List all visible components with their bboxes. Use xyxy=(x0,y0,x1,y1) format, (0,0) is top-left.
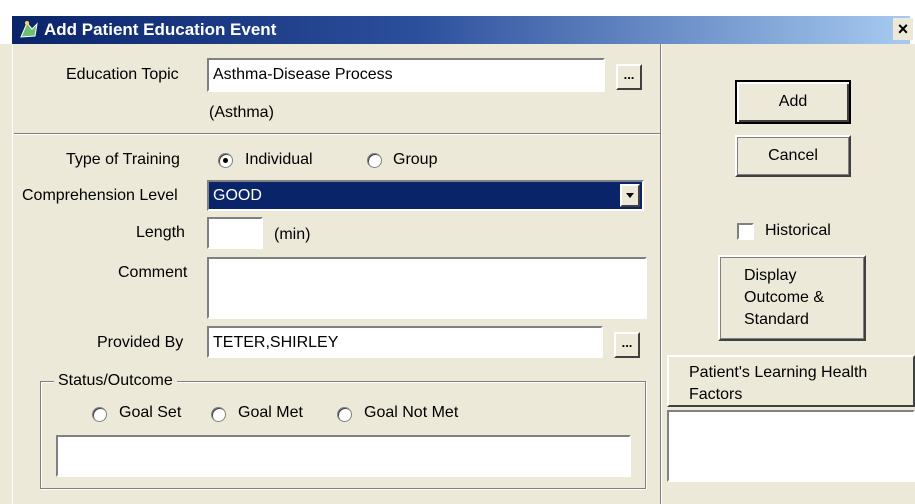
comprehension-level-label: Comprehension Level xyxy=(22,187,178,204)
ellipsis-icon: ... xyxy=(623,67,635,82)
cancel-button[interactable]: Cancel xyxy=(735,135,851,177)
goal-met-label[interactable]: Goal Met xyxy=(238,404,303,422)
ellipsis-icon: ... xyxy=(621,335,633,350)
comment-label: Comment xyxy=(118,264,188,281)
comment-textarea[interactable] xyxy=(207,257,647,319)
provided-by-value: TETER,SHIRLEY xyxy=(213,334,339,351)
goal-met-radio[interactable] xyxy=(211,407,226,422)
status-outcome-label: Status/Outcome xyxy=(54,372,177,390)
goal-set-label[interactable]: Goal Set xyxy=(119,404,181,422)
training-group-label[interactable]: Group xyxy=(393,151,437,169)
training-individual-radio[interactable] xyxy=(218,153,233,168)
add-button-label: Add xyxy=(778,93,808,110)
length-input[interactable] xyxy=(207,217,263,249)
education-topic-value: Asthma-Disease Process xyxy=(213,66,393,83)
comprehension-level-value: GOOD xyxy=(213,187,262,204)
divider-vertical-hl xyxy=(661,44,662,504)
learning-health-title-line1: Patient's Learning Health xyxy=(689,364,868,381)
education-topic-category: (Asthma) xyxy=(209,104,274,121)
cancel-button-label: Cancel xyxy=(768,147,818,164)
divider-horizontal-hl xyxy=(14,134,660,135)
provided-by-label: Provided By xyxy=(97,334,184,351)
training-individual-label[interactable]: Individual xyxy=(245,151,313,169)
learning-health-list[interactable] xyxy=(667,410,915,482)
education-topic-browse-button[interactable]: ... xyxy=(616,64,642,90)
learning-health-title-line2: Factors xyxy=(689,386,743,403)
add-button[interactable]: Add xyxy=(735,80,851,124)
bottom-strip xyxy=(667,484,915,504)
training-group-radio[interactable] xyxy=(367,153,382,168)
learning-health-header: Patient's Learning Health Factors xyxy=(667,355,915,407)
provided-by-browse-button[interactable]: ... xyxy=(614,332,640,358)
goal-set-radio[interactable] xyxy=(92,407,107,422)
length-unit: (min) xyxy=(274,226,311,243)
provided-by-field[interactable]: TETER,SHIRLEY xyxy=(207,326,603,358)
chevron-down-icon xyxy=(626,193,634,198)
app-icon xyxy=(20,21,38,38)
education-topic-label: Education Topic xyxy=(66,66,179,83)
historical-checkbox[interactable] xyxy=(737,223,754,240)
display-outcome-standard-button[interactable]: Display Outcome & Standard xyxy=(718,255,866,341)
comprehension-level-select[interactable]: GOOD xyxy=(207,180,644,211)
window-title: Add Patient Education Event xyxy=(44,20,277,39)
length-label: Length xyxy=(136,224,185,241)
close-button[interactable]: × xyxy=(893,18,913,40)
type-of-training-label: Type of Training xyxy=(66,151,180,168)
education-topic-field[interactable]: Asthma-Disease Process xyxy=(207,58,605,92)
goal-not-met-radio[interactable] xyxy=(337,407,352,422)
goal-not-met-label[interactable]: Goal Not Met xyxy=(364,404,458,422)
display-outcome-line1: Display xyxy=(744,267,797,284)
display-outcome-line2: Outcome & xyxy=(744,289,825,306)
title-bar: Add Patient Education Event × xyxy=(0,0,915,44)
historical-label[interactable]: Historical xyxy=(765,222,831,240)
close-icon: × xyxy=(897,19,909,39)
display-outcome-line3: Standard xyxy=(744,311,809,328)
status-outcome-field[interactable] xyxy=(56,435,631,477)
comprehension-dropdown-button[interactable] xyxy=(620,184,640,207)
left-edge xyxy=(12,44,13,504)
